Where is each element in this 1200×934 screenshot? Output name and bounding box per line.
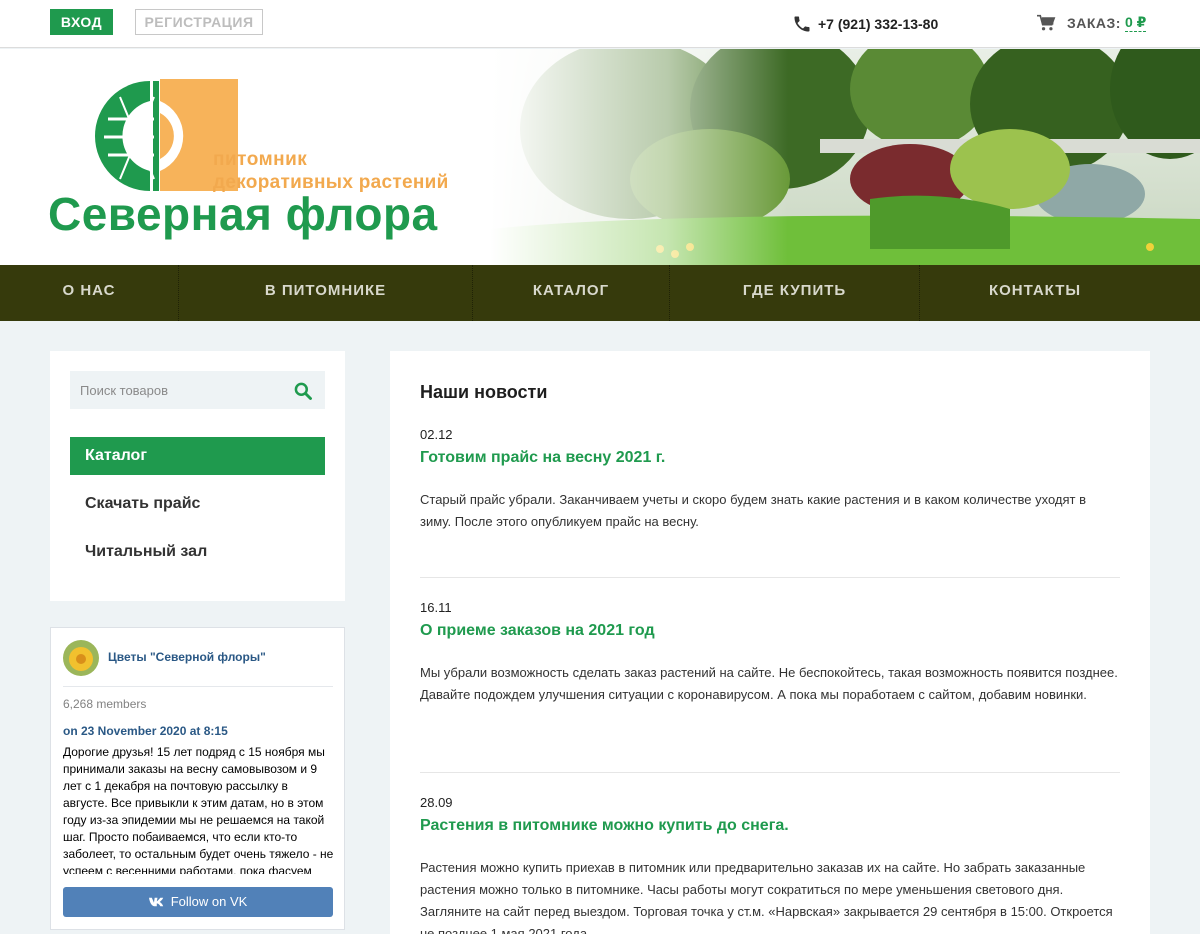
- login-button[interactable]: ВХОД: [50, 9, 113, 35]
- news-text: Мы убрали возможность сделать заказ раст…: [420, 665, 1118, 702]
- news-title[interactable]: О приеме заказов на 2021 год: [420, 622, 1120, 640]
- news-divider: [420, 577, 1120, 578]
- news-title[interactable]: Готовим прайс на весну 2021 г.: [420, 449, 1120, 467]
- order-label: ЗАКАЗ:: [1067, 15, 1121, 31]
- news-text: Растения можно купить приехав в питомник…: [420, 860, 1113, 934]
- vk-widget: Цветы "Северной флоры" 6,268 members on …: [50, 627, 345, 930]
- order-amount[interactable]: 0 ₽: [1124, 14, 1147, 32]
- search-icon[interactable]: [293, 381, 313, 401]
- cart-icon[interactable]: [1036, 14, 1056, 32]
- garden-photo: [490, 49, 1200, 265]
- search-input[interactable]: [70, 371, 280, 409]
- side-item-catalog[interactable]: Каталог: [70, 437, 325, 475]
- side-item-download-price[interactable]: Скачать прайс: [70, 485, 325, 523]
- vk-group-name[interactable]: Цветы "Северной флоры": [108, 650, 266, 664]
- vk-members-count: 6,268 members: [63, 697, 147, 711]
- news-heading: Наши новости: [420, 382, 548, 402]
- phone-icon: [794, 16, 810, 32]
- vk-follow-button[interactable]: Follow on VK: [63, 887, 333, 917]
- phone-number[interactable]: +7 (921) 332-13-80: [818, 16, 938, 32]
- news-date: 28.09: [420, 795, 453, 810]
- group-avatar[interactable]: [63, 640, 99, 676]
- logo-title[interactable]: Северная флора: [48, 187, 438, 241]
- vk-post-date[interactable]: on 23 November 2020 at 8:15: [63, 724, 228, 738]
- news-date: 02.12: [420, 427, 453, 442]
- nav-item-catalog[interactable]: КАТАЛОГ: [473, 265, 670, 321]
- phone-contact: +7 (921) 332-13-80: [792, 14, 938, 34]
- nav-item-nursery[interactable]: В ПИТОМНИКЕ: [179, 265, 473, 321]
- order-summary: ЗАКАЗ: 0 ₽: [1036, 14, 1147, 32]
- vk-logo-icon: [148, 897, 163, 906]
- vk-divider: [63, 686, 333, 687]
- search-box: [70, 371, 325, 409]
- nav-item-contacts[interactable]: КОНТАКТЫ: [920, 265, 1150, 321]
- logo-subtitle-1: питомник: [213, 149, 308, 170]
- sidebar: Каталог Скачать прайс Читальный зал: [50, 351, 345, 601]
- side-item-reading-room[interactable]: Читальный зал: [70, 533, 325, 571]
- nav-item-where-to-buy[interactable]: ГДЕ КУПИТЬ: [670, 265, 920, 321]
- site-header: питомник декоративных растений Северная …: [0, 49, 1200, 265]
- news-item: 02.12 Готовим прайс на весну 2021 г. Ста…: [420, 427, 1120, 533]
- main-nav: О НАС В ПИТОМНИКЕ КАТАЛОГ ГДЕ КУПИТЬ КОН…: [0, 265, 1200, 321]
- nav-item-about[interactable]: О НАС: [0, 265, 179, 321]
- news-section: Наши новости 02.12 Готовим прайс на весн…: [390, 351, 1150, 934]
- news-item: 16.11 О приеме заказов на 2021 год Мы уб…: [420, 600, 1120, 706]
- news-divider: [420, 772, 1120, 773]
- news-date: 16.11: [420, 600, 452, 615]
- news-item: 28.09 Растения в питомнике можно купить …: [420, 795, 1120, 934]
- news-title[interactable]: Растения в питомнике можно купить до сне…: [420, 817, 1120, 835]
- side-menu: Каталог Скачать прайс Читальный зал: [70, 437, 325, 581]
- vk-post-text: Дорогие друзья! 15 лет подряд с 15 ноябр…: [63, 745, 334, 874]
- register-button[interactable]: РЕГИСТРАЦИЯ: [135, 9, 263, 35]
- news-text: Старый прайс убрали. Заканчиваем учеты и…: [420, 492, 1087, 529]
- top-bar: ВХОД РЕГИСТРАЦИЯ +7 (921) 332-13-80 ЗАКА…: [0, 0, 1200, 48]
- vk-follow-label: Follow on VK: [170, 894, 248, 909]
